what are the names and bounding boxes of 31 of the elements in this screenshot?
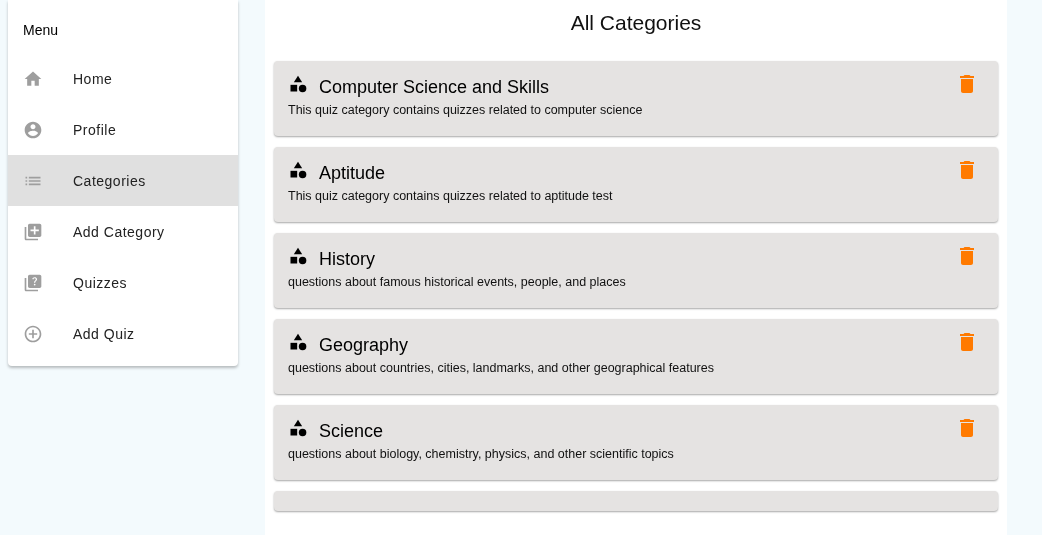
category-title: Aptitude	[319, 162, 387, 184]
menu-title: Menu	[22, 21, 60, 40]
category-description: This quiz category contains quizzes related to computer science	[288, 103, 644, 117]
add-box-icon	[23, 221, 43, 242]
category-title: Geography	[319, 334, 410, 356]
category-title: Science	[319, 420, 385, 442]
category-title: History	[319, 248, 376, 270]
trash-icon	[960, 419, 974, 437]
shapes-icon	[288, 74, 308, 94]
shapes-icon	[288, 246, 308, 266]
trash-icon	[960, 75, 974, 93]
category-description: questions about countries, cities, landmarks, and other geographical features	[288, 361, 715, 375]
user-icon	[23, 119, 43, 140]
menu-item[interactable]: Home	[8, 53, 238, 104]
trash-icon	[960, 247, 974, 265]
menu-item[interactable]: Quizzes	[8, 257, 238, 308]
shapes-icon	[288, 160, 308, 180]
menu-item[interactable]: Add Category	[8, 206, 238, 257]
trash-icon	[960, 161, 974, 179]
page-title: All Categories	[569, 10, 703, 36]
menu-item[interactable]: Categories	[8, 155, 238, 206]
shapes-icon	[288, 332, 308, 352]
category-description: questions about biology, chemistry, physics, and other scientific topics	[288, 447, 675, 461]
quiz-icon	[23, 272, 43, 293]
category-description: questions about famous historical events, people, and places	[288, 275, 627, 289]
menu-item[interactable]: Add Quiz	[8, 308, 238, 359]
category-description: This quiz category contains quizzes related to aptitude test	[288, 189, 614, 203]
shapes-icon	[288, 418, 308, 438]
category-title: Computer Science and Skills	[319, 76, 551, 98]
menu-item[interactable]: Profile	[8, 104, 238, 155]
trash-icon	[960, 333, 974, 351]
